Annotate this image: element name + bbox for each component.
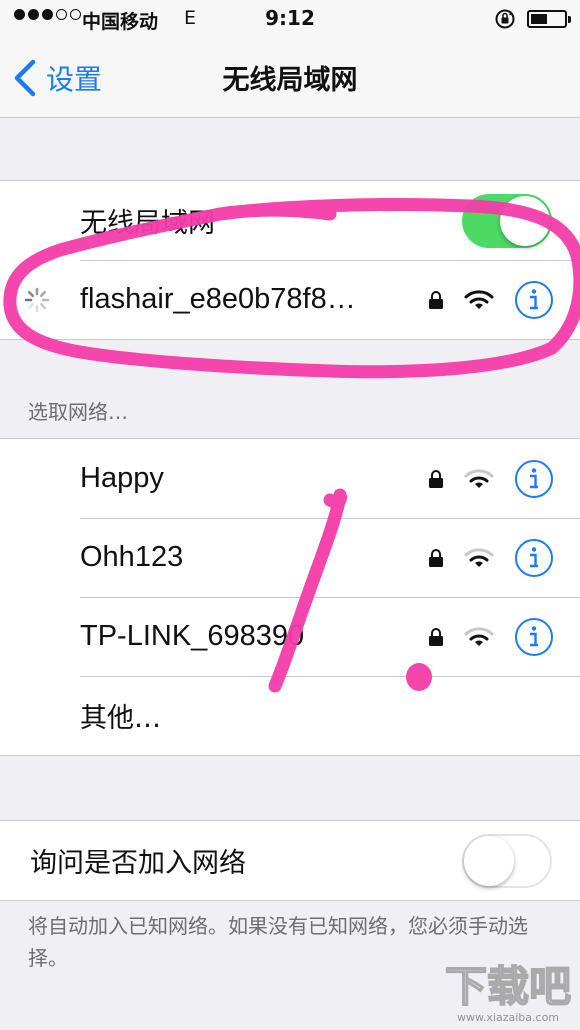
lock-icon xyxy=(429,627,443,646)
wifi-toggle-label: 无线局域网 xyxy=(80,208,215,239)
ask-to-join-switch[interactable] xyxy=(462,833,552,888)
info-icon[interactable] xyxy=(514,617,554,657)
watermark-logo: 下载吧 www.xiazaiba.com xyxy=(444,961,572,1024)
wifi-icon xyxy=(464,289,494,309)
ask-to-join-label: 询问是否加入网络 xyxy=(30,848,246,879)
wifi-group: 无线局域网 flashair_e8e0b78f8… xyxy=(0,180,580,340)
ask-to-join-group: 询问是否加入网络 xyxy=(0,820,580,901)
status-bar: 中国移动 E 9:12 xyxy=(0,0,580,38)
network-row-happy[interactable]: Happy xyxy=(0,439,580,518)
ask-to-join-row: 询问是否加入网络 xyxy=(0,821,580,900)
wifi-icon xyxy=(464,547,494,567)
info-icon[interactable] xyxy=(514,459,554,499)
lock-icon xyxy=(429,548,443,567)
page-title: 无线局域网 xyxy=(222,65,358,96)
network-name: TP-LINK_698390 xyxy=(80,620,305,652)
wifi-toggle-row: 无线局域网 xyxy=(0,181,580,260)
status-time: 9:12 xyxy=(265,6,315,30)
lock-icon xyxy=(429,469,443,488)
rotation-lock-icon xyxy=(495,9,515,29)
network-list: Happy Ohh123 TP-LINK_698390 其他… xyxy=(0,438,580,756)
info-icon[interactable] xyxy=(514,280,554,320)
connected-network-name: flashair_e8e0b78f8… xyxy=(80,283,356,315)
other-network-label: 其他… xyxy=(80,703,161,734)
network-row-ohh123[interactable]: Ohh123 xyxy=(0,518,580,597)
choose-network-header: 选取网络… xyxy=(28,400,128,424)
network-name: Happy xyxy=(80,462,164,494)
loading-spinner-icon xyxy=(24,287,50,312)
navigation-bar: 设置 无线局域网 xyxy=(0,38,580,118)
wifi-toggle-switch[interactable] xyxy=(462,193,552,248)
other-network-row[interactable]: 其他… xyxy=(0,676,580,755)
svg-text:www.xiazaiba.com: www.xiazaiba.com xyxy=(457,1011,559,1024)
network-name: Ohh123 xyxy=(80,541,184,573)
info-icon[interactable] xyxy=(514,538,554,578)
svg-text:下载吧: 下载吧 xyxy=(445,962,571,1011)
wifi-icon xyxy=(464,626,494,646)
connected-network-row[interactable]: flashair_e8e0b78f8… xyxy=(0,260,580,339)
network-row-tp-link[interactable]: TP-LINK_698390 xyxy=(0,597,580,676)
lock-icon xyxy=(429,290,443,309)
battery-icon xyxy=(527,10,571,28)
wifi-icon xyxy=(464,468,494,488)
